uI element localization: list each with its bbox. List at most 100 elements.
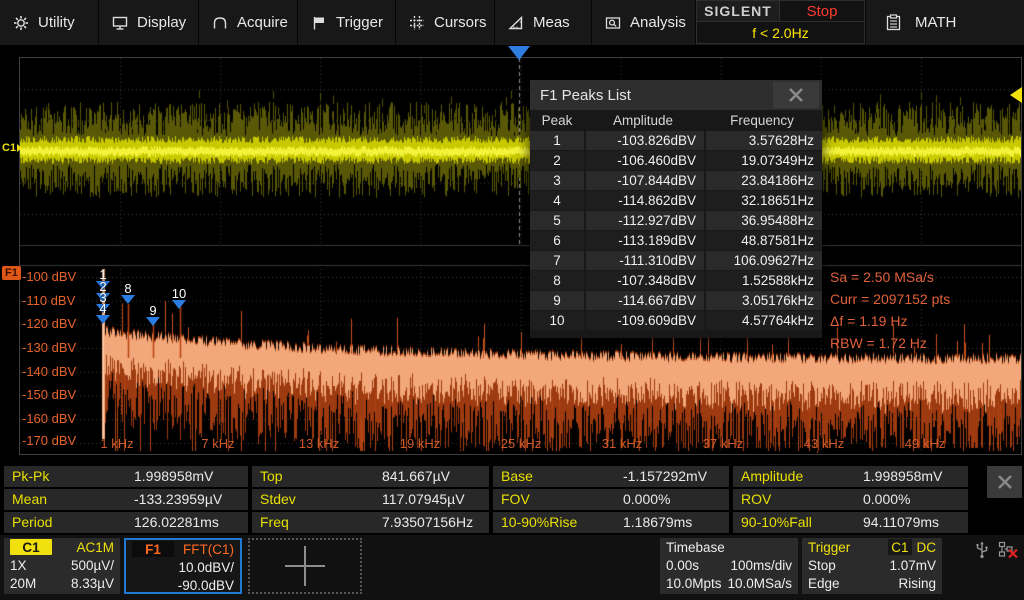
menu-item-acquire[interactable]: Acquire xyxy=(199,0,298,45)
trigger-level-marker-icon[interactable] xyxy=(1010,87,1022,103)
fft-dbv-label: -150 dBV xyxy=(22,387,76,402)
trigger-position-marker-icon[interactable] xyxy=(508,46,530,60)
menu-label-trigger: Trigger xyxy=(336,14,383,31)
menu-label-display: Display xyxy=(137,14,186,31)
fft-dbv-label: -140 dBV xyxy=(22,364,76,379)
menu-label-analysis: Analysis xyxy=(630,14,686,31)
menu-item-utility[interactable]: Utility xyxy=(0,0,99,45)
close-icon xyxy=(995,472,1015,492)
c1-bandwidth: 20M xyxy=(10,576,36,591)
peaks-table-row: 6-113.189dBV48.87581Hz xyxy=(530,231,822,250)
f1-vertical-scale: 10.0dBV/ xyxy=(178,560,234,575)
f1-function: FFT(C1) xyxy=(183,542,234,557)
measurement-cell: Top841.667µV xyxy=(252,466,489,487)
current-points-readout: Curr = 2097152 pts xyxy=(830,288,950,310)
math-icon xyxy=(886,14,901,31)
oscilloscope-screen: { "menu": { "items": [ {"label": "Utilit… xyxy=(0,0,1024,600)
fft-freq-label: 13 kHz xyxy=(299,436,339,451)
menu-item-math[interactable]: MATH xyxy=(866,0,1024,45)
peaks-table-header: Peak Amplitude Frequency xyxy=(530,110,822,131)
fft-dbv-label: -100 dBV xyxy=(22,269,76,284)
right-arrow-icon xyxy=(17,144,22,152)
measurement-cell: 10-90%Rise1.18679ms xyxy=(493,512,729,533)
c1-channel-position-marker[interactable]: C1 xyxy=(2,142,22,154)
trigger-coupling: DC xyxy=(917,540,937,555)
peaks-table-row: 4-114.862dBV32.18651Hz xyxy=(530,191,822,210)
fft-freq-label: 1 kHz xyxy=(100,436,133,451)
menu-item-analysis[interactable]: Analysis xyxy=(592,0,696,45)
fft-freq-label: 49 kHz xyxy=(905,436,945,451)
add-channel-box[interactable] xyxy=(248,538,362,594)
trigger-status: Stop xyxy=(808,558,836,573)
f1-reference-level: -90.0dBV xyxy=(178,578,234,593)
siglent-logo: SIGLENT xyxy=(696,0,780,22)
usb-icon[interactable] xyxy=(974,541,990,559)
peak-marker-triangle-icon xyxy=(121,295,135,304)
display-icon xyxy=(112,15,128,31)
menu-label-math: MATH xyxy=(915,14,956,31)
acquisition-status[interactable]: Stop xyxy=(780,0,865,22)
menu-item-meas[interactable]: Meas xyxy=(495,0,592,45)
measurement-cell: Mean-133.23959µV xyxy=(4,489,248,510)
peak-marker-triangle-icon xyxy=(146,317,160,326)
peaks-table-row: 8-107.348dBV1.52588kHz xyxy=(530,271,822,290)
timebase-scale: 100ms/div xyxy=(730,558,792,573)
measurement-cell: Period126.02281ms xyxy=(4,512,248,533)
dialog-close-button[interactable] xyxy=(773,82,819,108)
trigger-source: C1 xyxy=(888,539,911,555)
menu-item-trigger[interactable]: Trigger xyxy=(298,0,396,45)
trigger-type: Edge xyxy=(808,576,840,591)
peaks-table-row: 5-112.927dBV36.95488Hz xyxy=(530,211,822,230)
measurements-close-button[interactable] xyxy=(987,466,1022,498)
measurement-cell: FOV0.000% xyxy=(493,489,729,510)
flag-icon xyxy=(311,15,327,31)
delta-f-readout: Δf = 1.19 Hz xyxy=(830,310,950,332)
menu-label-utility: Utility xyxy=(38,14,75,31)
status-icons xyxy=(974,541,1018,559)
measurement-cell: Stdev117.07945µV xyxy=(252,489,489,510)
dialog-header[interactable]: F1 Peaks List xyxy=(530,80,822,110)
gear-icon xyxy=(13,15,29,31)
f1-channel-chip: F1 xyxy=(132,541,174,557)
menu-item-cursors[interactable]: Cursors xyxy=(396,0,495,45)
plus-icon xyxy=(304,546,306,586)
trigger-title: Trigger xyxy=(808,540,850,555)
fft-dbv-label: -160 dBV xyxy=(22,411,76,426)
f1-math-descriptor-box[interactable]: F1 FFT(C1) 10.0dBV/ -90.0dBV xyxy=(124,538,242,594)
peaks-list-dialog: F1 Peaks List Peak Amplitude Frequency 1… xyxy=(530,80,822,338)
timebase-sample-rate: 10.0MSa/s xyxy=(727,576,792,591)
lan-disconnected-icon[interactable] xyxy=(998,541,1018,559)
peak-marker-triangle-icon xyxy=(172,300,186,309)
timebase-points: 10.0Mpts xyxy=(666,576,722,591)
peaks-table-row: 2-106.460dBV19.07349Hz xyxy=(530,151,822,170)
peaks-table-row: 9-114.667dBV3.05176kHz xyxy=(530,291,822,310)
menu-item-display[interactable]: Display xyxy=(99,0,199,45)
peak-marker: 9 xyxy=(141,305,165,326)
fft-freq-label: 37 kHz xyxy=(703,436,743,451)
peaks-table-row: 7-111.310dBV106.09627Hz xyxy=(530,251,822,270)
measurement-cell: Base-1.157292mV xyxy=(493,466,729,487)
trigger-slope: Rising xyxy=(898,576,936,591)
f1-trace-badge[interactable]: F1 xyxy=(2,266,21,280)
c1-offset: 8.33µV xyxy=(71,576,114,591)
c1-channel-chip: C1 xyxy=(10,539,52,555)
peak-marker: 4 xyxy=(91,303,115,324)
c1-attenuation: 1X xyxy=(10,558,27,573)
measurement-cell: Amplitude1.998958mV xyxy=(733,466,968,487)
channel1-descriptor-box[interactable]: C1 AC1M 1X500µV/ 20M8.33µV xyxy=(4,538,120,594)
fft-freq-label: 43 kHz xyxy=(804,436,844,451)
graticule-border xyxy=(19,57,1022,455)
peaks-table-row: 3-107.844dBV23.84186Hz xyxy=(530,171,822,190)
acquire-icon xyxy=(212,15,228,31)
trigger-descriptor-box[interactable]: Trigger C1 DC Stop 1.07mV Edge Rising xyxy=(802,538,942,594)
close-icon xyxy=(787,86,805,104)
menu-label-meas: Meas xyxy=(533,14,570,31)
cursors-grid-icon xyxy=(409,15,425,31)
fft-dbv-label: -110 dBV xyxy=(22,293,75,308)
menu-label-acquire: Acquire xyxy=(237,14,288,31)
fft-dbv-label: -130 dBV xyxy=(22,340,76,355)
peak-marker-triangle-icon xyxy=(96,315,110,324)
timebase-descriptor-box[interactable]: Timebase 0.00s100ms/div 10.0Mpts10.0MSa/… xyxy=(660,538,798,594)
trigger-level: 1.07mV xyxy=(889,558,936,573)
ruler-icon xyxy=(508,15,524,31)
